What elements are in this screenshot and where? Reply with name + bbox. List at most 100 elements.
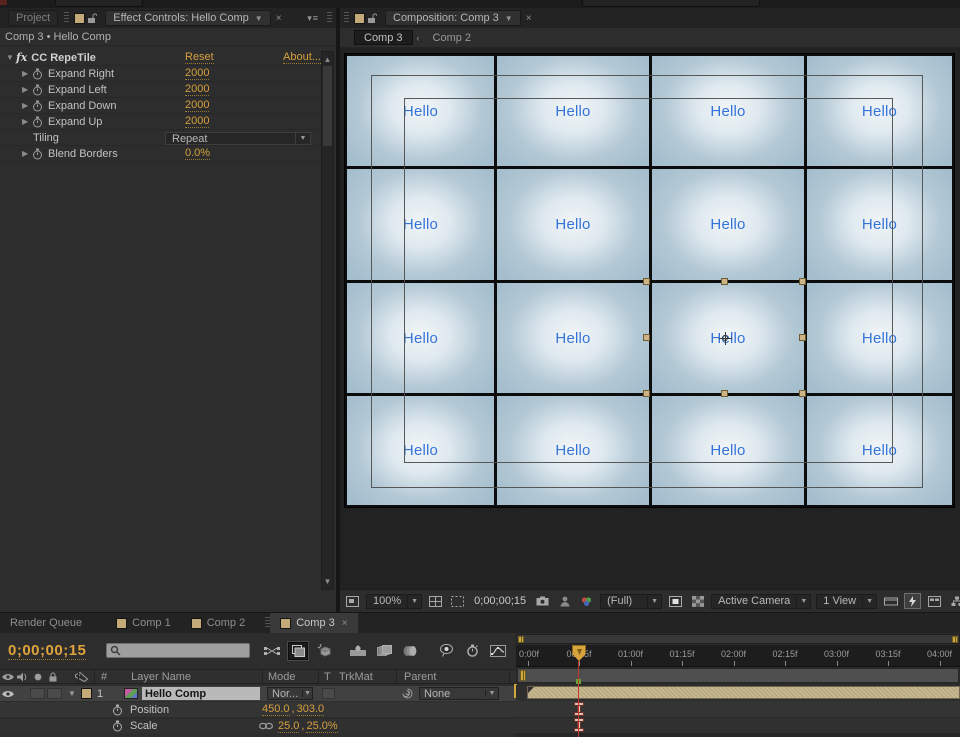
fast-previews-icon[interactable] (904, 593, 921, 609)
layer-duration-bar[interactable] (527, 686, 960, 699)
tab-render-queue[interactable]: Render Queue (0, 613, 92, 633)
solo-icon[interactable] (30, 668, 45, 686)
tab-comp3[interactable]: Comp 3 × (270, 613, 357, 633)
param-value[interactable]: 2000 (185, 99, 209, 112)
navigator-end-handle[interactable] (952, 636, 958, 643)
motion-blur-icon[interactable] (400, 642, 420, 660)
twirl-right-icon[interactable]: ▶ (22, 101, 32, 110)
panel-menu-icon[interactable]: ▾≡ (307, 13, 319, 24)
show-channel-icon[interactable] (578, 593, 595, 609)
column-trkmat-label[interactable]: TrkMat (339, 671, 373, 683)
eye-icon[interactable] (0, 685, 15, 703)
draft-3d-icon[interactable] (314, 642, 334, 660)
speaker-icon[interactable] (15, 668, 30, 686)
layer-name[interactable]: Hello Comp (142, 687, 260, 700)
time-navigator[interactable] (516, 634, 960, 644)
pixel-aspect-icon[interactable] (882, 593, 899, 609)
selection-handle[interactable] (643, 278, 650, 285)
scroll-thumb[interactable] (323, 66, 332, 146)
timeline-time-area[interactable]: 0:00f00:15f01:00f01:15f02:00f02:15f03:00… (516, 633, 960, 737)
panel-color-swatch[interactable] (354, 13, 365, 24)
param-value[interactable]: 2000 (185, 67, 209, 80)
column-t-label[interactable]: T (324, 671, 331, 683)
scroll-up-icon[interactable]: ▲ (322, 55, 333, 64)
frame-blend-icon[interactable] (374, 642, 394, 660)
viewer-timecode[interactable]: 0;00;00;15 (471, 595, 529, 607)
hide-shy-icon[interactable] (348, 642, 368, 660)
panel-color-swatch[interactable] (74, 13, 85, 24)
stopwatch-icon[interactable] (32, 100, 43, 112)
mask-visibility-icon[interactable] (449, 593, 466, 609)
tab-close-icon[interactable]: × (342, 618, 348, 629)
twirl-right-icon[interactable]: ▶ (22, 69, 32, 78)
tab-close-icon[interactable]: × (276, 13, 282, 24)
property-name[interactable]: Position (130, 704, 169, 716)
param-value[interactable]: 2000 (185, 83, 209, 96)
layer-label-swatch[interactable] (81, 688, 92, 699)
column-number-label[interactable]: # (101, 671, 107, 683)
selection-handle[interactable] (799, 390, 806, 397)
view-layout-dropdown[interactable]: 1 View ▼ (816, 594, 877, 609)
column-layer-name-label[interactable]: Layer Name (131, 671, 191, 683)
dropdown-arrow-icon[interactable]: ▼ (485, 690, 498, 697)
graph-editor-icon[interactable] (488, 642, 508, 660)
panel-unlock-icon[interactable] (85, 10, 99, 26)
stopwatch-icon[interactable] (110, 717, 124, 735)
subtab-comp2[interactable]: Comp 2 (424, 30, 481, 45)
pick-whip-icon[interactable] (400, 685, 414, 703)
dropdown-arrow-icon[interactable]: ▼ (796, 595, 810, 608)
selection-handle[interactable] (643, 390, 650, 397)
scrollbar-vertical[interactable]: ▲ ▼ (321, 51, 334, 590)
param-value[interactable]: 2000 (185, 115, 209, 128)
tab-dropdown-icon[interactable]: ▼ (505, 14, 513, 23)
work-area-bar[interactable] (517, 668, 959, 683)
effect-header-row[interactable]: ▼ fx CC RepeTile Reset About... (0, 50, 320, 66)
panel-grip[interactable] (344, 12, 349, 24)
layer-expand-icon[interactable]: ▼ (68, 689, 76, 698)
effect-reset-link[interactable]: Reset (185, 51, 214, 64)
eye-icon[interactable] (0, 668, 15, 686)
search-input[interactable] (106, 643, 250, 658)
tab-project[interactable]: Project (8, 10, 58, 26)
subtab-comp3[interactable]: Comp 3 (354, 30, 413, 45)
composition-viewer[interactable]: HelloHelloHelloHelloHelloHelloHelloHello… (340, 48, 960, 589)
stopwatch-icon[interactable] (32, 84, 43, 96)
label-tag-icon[interactable] (74, 668, 89, 686)
selection-handle[interactable] (721, 390, 728, 397)
subtab-back-arrow-icon[interactable]: ‹ (417, 33, 420, 43)
live-update-icon[interactable] (288, 642, 308, 660)
lock-icon[interactable] (45, 668, 60, 686)
selection-handle[interactable] (799, 334, 806, 341)
dropdown-arrow-icon[interactable]: ▼ (407, 595, 421, 608)
panel-unlock-icon[interactable] (365, 10, 379, 26)
snapshot-icon[interactable] (534, 593, 551, 609)
tab-comp2[interactable]: Comp 2 (181, 613, 256, 633)
column-parent-label[interactable]: Parent (404, 671, 436, 683)
link-dimensions-icon[interactable] (258, 717, 274, 735)
twirl-right-icon[interactable]: ▶ (22, 85, 32, 94)
keyframe-position[interactable] (575, 703, 583, 715)
show-snapshot-icon[interactable] (556, 593, 573, 609)
selection-handle[interactable] (643, 334, 650, 341)
trkmat-cell[interactable] (322, 688, 335, 699)
parent-dropdown[interactable]: None ▼ (419, 687, 499, 700)
navigator-start-handle[interactable] (518, 636, 524, 643)
switch-cell[interactable] (30, 688, 45, 699)
flowchart-button-icon[interactable] (948, 593, 960, 609)
property-row-position[interactable]: Position 450.0 , 303.0 (0, 702, 516, 717)
param-value[interactable]: 0.0% (185, 147, 210, 160)
panel-grip[interactable] (327, 12, 332, 24)
safe-margins-icon[interactable] (427, 593, 444, 609)
dropdown-arrow-icon[interactable]: ▼ (302, 690, 312, 697)
timeline-button-icon[interactable] (926, 593, 943, 609)
dropdown-arrow-icon[interactable]: ▼ (647, 595, 661, 608)
effect-about-link[interactable]: About... (283, 51, 321, 64)
twirl-right-icon[interactable]: ▶ (22, 117, 32, 126)
layer-row[interactable]: ▼ 1 Hello Comp Nor... ▼ None ▼ (0, 686, 516, 701)
stopwatch-icon[interactable] (110, 701, 124, 719)
tab-comp1[interactable]: Comp 1 (106, 613, 181, 633)
tab-dropdown-icon[interactable]: ▼ (255, 14, 263, 23)
position-x-value[interactable]: 450.0 (262, 703, 290, 716)
stopwatch-icon[interactable] (32, 148, 43, 160)
scroll-down-icon[interactable]: ▼ (322, 577, 333, 586)
